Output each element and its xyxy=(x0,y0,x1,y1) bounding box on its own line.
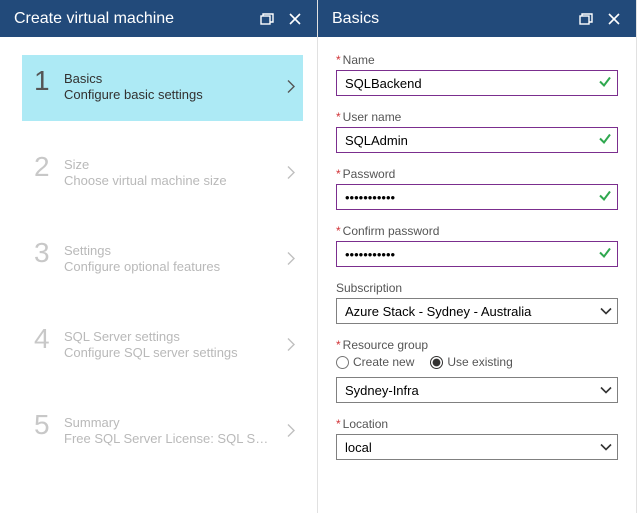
close-icon[interactable] xyxy=(281,5,309,33)
confirm-password-input[interactable] xyxy=(336,241,618,267)
wizard-step-summary[interactable]: 5 Summary Free SQL Server License: SQL S… xyxy=(22,399,303,465)
step-number: 1 xyxy=(34,67,64,95)
field-name: *Name xyxy=(336,53,618,96)
step-subtitle: Configure optional features xyxy=(64,259,293,275)
label-confirm-password: *Confirm password xyxy=(336,224,618,238)
radio-create-new[interactable]: Create new xyxy=(336,355,414,369)
basics-title: Basics xyxy=(332,10,572,28)
restore-icon[interactable] xyxy=(253,5,281,33)
basics-pane: Basics *Name xyxy=(318,0,637,513)
step-subtitle: Configure SQL server settings xyxy=(64,345,293,361)
radio-use-existing-input[interactable] xyxy=(430,356,443,369)
field-confirm-password: *Confirm password xyxy=(336,224,618,267)
step-subtitle: Choose virtual machine size xyxy=(64,173,293,189)
field-resource-group: *Resource group Create new Use existing … xyxy=(336,338,618,403)
step-subtitle: Configure basic settings xyxy=(64,87,293,103)
wizard-step-settings[interactable]: 3 Settings Configure optional features xyxy=(22,227,303,293)
field-password: *Password xyxy=(336,167,618,210)
username-input[interactable] xyxy=(336,127,618,153)
step-subtitle: Free SQL Server License: SQL S… xyxy=(64,431,293,447)
location-select[interactable]: local xyxy=(336,434,618,460)
step-title: Summary xyxy=(64,415,293,431)
wizard-step-size[interactable]: 2 Size Choose virtual machine size xyxy=(22,141,303,207)
subscription-select[interactable]: Azure Stack - Sydney - Australia xyxy=(336,298,618,324)
radio-create-new-input[interactable] xyxy=(336,356,349,369)
wizard-steps: 1 Basics Configure basic settings 2 Size… xyxy=(0,37,317,485)
radio-use-existing[interactable]: Use existing xyxy=(430,355,512,369)
step-number: 3 xyxy=(34,239,64,267)
name-input[interactable] xyxy=(336,70,618,96)
label-username: *User name xyxy=(336,110,618,124)
field-subscription: Subscription Azure Stack - Sydney - Aust… xyxy=(336,281,618,324)
label-resource-group: *Resource group xyxy=(336,338,618,352)
step-title: Size xyxy=(64,157,293,173)
step-number: 4 xyxy=(34,325,64,353)
close-icon[interactable] xyxy=(600,5,628,33)
radio-create-new-label: Create new xyxy=(353,355,414,369)
wizard-header: Create virtual machine xyxy=(0,0,317,37)
step-title: Basics xyxy=(64,71,293,87)
wizard-pane: Create virtual machine 1 Basics Configur… xyxy=(0,0,318,513)
field-username: *User name xyxy=(336,110,618,153)
chevron-right-icon xyxy=(287,166,295,183)
step-title: SQL Server settings xyxy=(64,329,293,345)
wizard-title: Create virtual machine xyxy=(14,10,253,28)
field-location: *Location local xyxy=(336,417,618,460)
chevron-right-icon xyxy=(287,80,295,97)
label-name: *Name xyxy=(336,53,618,67)
restore-icon[interactable] xyxy=(572,5,600,33)
label-location: *Location xyxy=(336,417,618,431)
resource-group-select[interactable]: Sydney-Infra xyxy=(336,377,618,403)
radio-use-existing-label: Use existing xyxy=(447,355,512,369)
step-number: 5 xyxy=(34,411,64,439)
step-title: Settings xyxy=(64,243,293,259)
step-number: 2 xyxy=(34,153,64,181)
chevron-right-icon xyxy=(287,424,295,441)
basics-header: Basics xyxy=(318,0,636,37)
wizard-step-sql-settings[interactable]: 4 SQL Server settings Configure SQL serv… xyxy=(22,313,303,379)
label-subscription: Subscription xyxy=(336,281,618,295)
wizard-step-basics[interactable]: 1 Basics Configure basic settings xyxy=(22,55,303,121)
label-password: *Password xyxy=(336,167,618,181)
chevron-right-icon xyxy=(287,252,295,269)
chevron-right-icon xyxy=(287,338,295,355)
password-input[interactable] xyxy=(336,184,618,210)
